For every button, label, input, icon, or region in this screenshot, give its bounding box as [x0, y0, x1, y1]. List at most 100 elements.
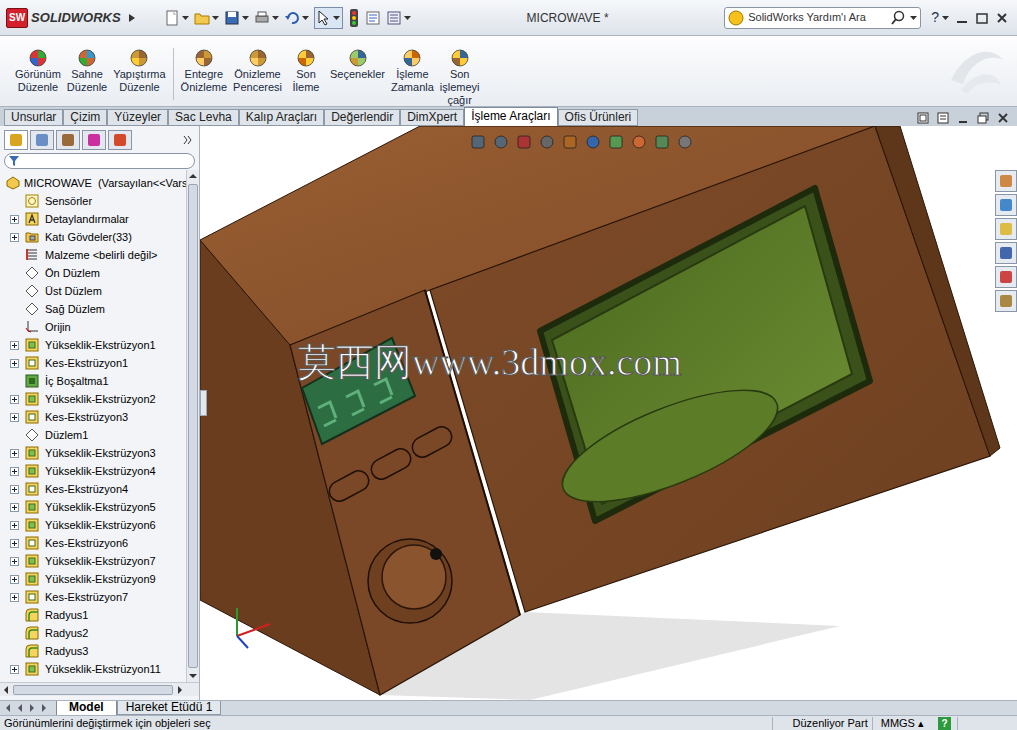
command-tab[interactable]: Değerlendir: [324, 109, 400, 126]
panel-tab-icon[interactable]: [108, 130, 132, 150]
tree-item[interactable]: Detaylandırmalar: [0, 210, 186, 228]
help-search[interactable]: SolidWorks Yardım'ı Ara: [724, 7, 921, 29]
quick-tool[interactable]: [164, 10, 189, 26]
quick-tool[interactable]: [254, 10, 279, 26]
expand-icon[interactable]: [10, 557, 19, 566]
doc-minimize-icon[interactable]: [957, 112, 969, 124]
graphics-area[interactable]: 莫西网www.3dmox.com: [200, 126, 1017, 700]
view-tool-icon[interactable]: [516, 134, 532, 150]
scroll-thumb[interactable]: [188, 184, 198, 668]
tree-item[interactable]: Yükseklik-Ekstrüzyon9: [0, 570, 186, 588]
dropdown-caret-icon[interactable]: [910, 15, 917, 21]
tree-item[interactable]: Kes-Ekstrüzyon7: [0, 588, 186, 606]
tree-item[interactable]: Yükseklik-Ekstrüzyon4: [0, 462, 186, 480]
task-pane-icon[interactable]: [995, 242, 1017, 264]
view-tool-icon[interactable]: [608, 134, 624, 150]
command-tab[interactable]: Sac Levha: [168, 109, 239, 126]
solidworks-logo[interactable]: SWSOLIDWORKS: [0, 8, 128, 28]
tree-item[interactable]: Radyus1: [0, 606, 186, 624]
task-pane-icon[interactable]: [995, 194, 1017, 216]
expand-icon[interactable]: [10, 395, 19, 404]
expand-icon[interactable]: [10, 341, 19, 350]
microwave-model[interactable]: [200, 126, 1017, 700]
panel-tab-icon[interactable]: [82, 130, 106, 150]
tree-item[interactable]: Yükseklik-Ekstrüzyon1: [0, 336, 186, 354]
scroll-right-icon[interactable]: [173, 684, 186, 696]
menu-arrow-icon[interactable]: [128, 13, 136, 23]
file-properties-icon[interactable]: [365, 10, 381, 26]
expand-icon[interactable]: [10, 665, 19, 674]
tree-item[interactable]: Ön Düzlem: [0, 264, 186, 282]
tree-item[interactable]: Sensörler: [0, 192, 186, 210]
command-tab[interactable]: DimXpert: [400, 109, 464, 126]
command-tab[interactable]: Unsurlar: [4, 109, 63, 126]
view-tool-icon[interactable]: [562, 134, 578, 150]
panel-tab-icon[interactable]: [30, 130, 54, 150]
dropdown-caret-icon[interactable]: [212, 15, 219, 21]
bottom-tab[interactable]: Hareket Etüdü 1: [117, 701, 222, 715]
quick-tool[interactable]: [194, 10, 219, 26]
ribbon-button[interactable]: SahneDüzenle: [64, 48, 110, 94]
tree-item[interactable]: Kes-Ekstrüzyon6: [0, 534, 186, 552]
tree-item[interactable]: Yükseklik-Ekstrüzyon3: [0, 444, 186, 462]
cascade-icon[interactable]: [937, 112, 949, 124]
tree-item[interactable]: İç Boşaltma1: [0, 372, 186, 390]
tree-item[interactable]: Üst Düzlem: [0, 282, 186, 300]
panel-tab-icon[interactable]: [56, 130, 80, 150]
tree-root[interactable]: MICROWAVE (Varsayılan<<Vars: [0, 174, 186, 192]
dropdown-caret-icon[interactable]: [182, 15, 189, 21]
view-tool-icon[interactable]: [470, 134, 486, 150]
options-tool[interactable]: [386, 10, 411, 26]
help-menu[interactable]: ?: [931, 7, 949, 28]
view-tool-icon[interactable]: [585, 134, 601, 150]
ribbon-button[interactable]: EntegreÖnizleme: [178, 48, 230, 94]
expand-icon[interactable]: [10, 215, 19, 224]
tree-item[interactable]: Kes-Ekstrüzyon3: [0, 408, 186, 426]
ribbon-button[interactable]: ÖnizlemePenceresi: [230, 48, 285, 94]
command-tab[interactable]: İşleme Araçları: [464, 107, 557, 126]
traffic-light-icon[interactable]: [348, 9, 360, 27]
tree-item[interactable]: Radyus3: [0, 642, 186, 660]
expand-icon[interactable]: [10, 467, 19, 476]
expand-icon[interactable]: [10, 413, 19, 422]
dropdown-caret-icon[interactable]: [302, 15, 309, 21]
doc-close-icon[interactable]: [997, 112, 1009, 124]
view-tool-icon[interactable]: [539, 134, 555, 150]
command-tab[interactable]: Kalıp Araçları: [239, 109, 324, 126]
expand-icon[interactable]: [10, 485, 19, 494]
splitter-handle[interactable]: [200, 390, 207, 416]
dropdown-caret-icon[interactable]: [242, 15, 249, 21]
expand-icon[interactable]: [10, 593, 19, 602]
status-help[interactable]: ?: [938, 717, 951, 730]
tree-item[interactable]: Yükseklik-Ekstrüzyon6: [0, 516, 186, 534]
minimize-icon[interactable]: [955, 11, 969, 25]
command-tab[interactable]: Çizim: [63, 109, 107, 126]
ribbon-button[interactable]: Seçenekler: [327, 48, 388, 81]
filter-field[interactable]: [4, 153, 195, 169]
tree-item[interactable]: Orijin: [0, 318, 186, 336]
quick-tool[interactable]: [284, 10, 309, 26]
tree-item[interactable]: Radyus2: [0, 624, 186, 642]
tree-item[interactable]: Katı Gövdeler(33): [0, 228, 186, 246]
ribbon-button[interactable]: İşlemeZamanla: [388, 48, 437, 94]
dropdown-caret-icon[interactable]: [272, 15, 279, 21]
horizontal-scrollbar[interactable]: [0, 682, 199, 696]
restore-icon[interactable]: [975, 11, 989, 25]
expand-icon[interactable]: [10, 539, 19, 548]
ribbon-button[interactable]: YapıştırmaDüzenle: [110, 48, 168, 94]
tree-item[interactable]: Düzlem1: [0, 426, 186, 444]
units[interactable]: MMGS ▴: [872, 717, 932, 730]
task-pane-icon[interactable]: [995, 170, 1017, 192]
quick-tool[interactable]: [224, 10, 249, 26]
command-tab[interactable]: Yüzeyler: [107, 109, 168, 126]
command-tab[interactable]: Ofis Ürünleri: [558, 109, 639, 126]
tab-nav-icon[interactable]: [26, 702, 38, 714]
ribbon-button[interactable]: GörünümDüzenle: [12, 48, 64, 94]
ribbon-button[interactable]: Sonİleme: [285, 48, 327, 94]
scroll-down-icon[interactable]: [187, 669, 199, 682]
view-tool-icon[interactable]: [493, 134, 509, 150]
expand-icon[interactable]: [10, 359, 19, 368]
tile-icon[interactable]: [917, 112, 929, 124]
view-tool-icon[interactable]: [631, 134, 647, 150]
expand-icon[interactable]: [10, 521, 19, 530]
